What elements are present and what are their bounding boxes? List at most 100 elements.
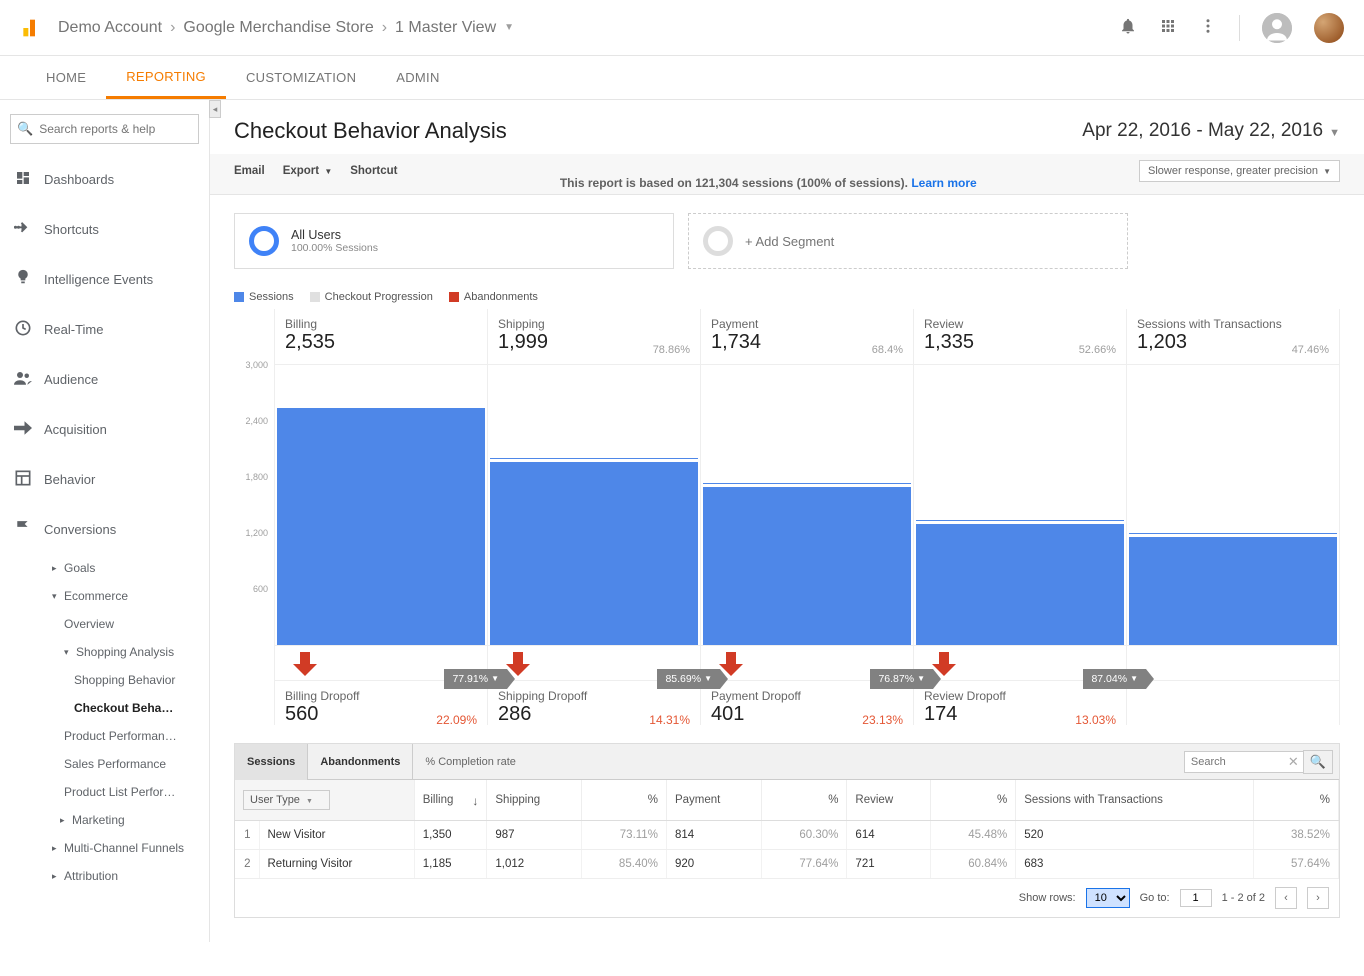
th-review[interactable]: Review	[847, 780, 930, 821]
clear-icon[interactable]: ✕	[1288, 754, 1299, 770]
flow-rate-tag[interactable]: 76.87%▼	[870, 669, 933, 689]
more-vert-icon[interactable]	[1199, 17, 1217, 38]
nav-dashboards[interactable]: Dashboards	[0, 154, 209, 204]
table-row[interactable]: 1New Visitor1,35098773.11%81460.30%61445…	[235, 821, 1339, 850]
funnel-col-label: Billing	[285, 317, 477, 331]
th-billing[interactable]: Billing↓	[414, 780, 487, 821]
date-range-picker[interactable]: Apr 22, 2016 - May 22, 2016▼	[1082, 120, 1340, 142]
funnel-chart: 3,0002,4001,8001,200600Billing2,53577.91…	[210, 309, 1364, 743]
nav-sales-performance[interactable]: Sales Performance	[0, 750, 209, 778]
goto-input[interactable]	[1180, 889, 1212, 907]
learn-more-link[interactable]: Learn more	[911, 176, 976, 190]
segment-circle-icon	[249, 226, 279, 256]
sort-desc-icon: ↓	[472, 794, 478, 808]
dropoff-pct: 23.13%	[862, 713, 903, 727]
export-action[interactable]: Export ▼	[283, 165, 333, 177]
breadcrumb-account[interactable]: Demo Account	[58, 19, 162, 37]
nav-shopping-analysis[interactable]: ▾Shopping Analysis	[0, 638, 209, 666]
main-tabs: HOME REPORTING CUSTOMIZATION ADMIN	[0, 56, 1364, 100]
funnel-col-label: Review	[924, 317, 1116, 331]
search-reports[interactable]: 🔍	[10, 114, 199, 144]
rows-per-page-select[interactable]: 10	[1086, 888, 1130, 908]
segment-all-users[interactable]: All Users100.00% Sessions	[234, 213, 674, 269]
table-row[interactable]: 2Returning Visitor1,1851,01285.40%92077.…	[235, 850, 1339, 879]
dropoff-pct: 13.03%	[1075, 713, 1116, 727]
chevron-down-icon: ▼	[491, 674, 499, 683]
nav-ecommerce[interactable]: ▾Ecommerce	[0, 582, 209, 610]
th-shipping[interactable]: Shipping	[487, 780, 581, 821]
dropoff-pct: 22.09%	[436, 713, 477, 727]
nav-intel[interactable]: Intelligence Events	[0, 254, 209, 304]
th-payment[interactable]: Payment	[666, 780, 761, 821]
dashboard-icon	[12, 170, 34, 189]
dropoff-pct: 14.31%	[649, 713, 690, 727]
nav-product-performance[interactable]: Product Performan…	[0, 722, 209, 750]
breadcrumb[interactable]: Demo Account› Google Merchandise Store› …	[58, 19, 522, 37]
arrow-icon	[12, 421, 34, 438]
nav-product-list[interactable]: Product List Perfor…	[0, 778, 209, 806]
tab-home[interactable]: HOME	[26, 56, 106, 99]
tab-customization[interactable]: CUSTOMIZATION	[226, 56, 376, 99]
nav-shortcuts[interactable]: Shortcuts	[0, 204, 209, 254]
chart-legend: Sessions Checkout Progression Abandonmen…	[210, 287, 1364, 309]
flow-rate-tag[interactable]: 77.91%▼	[444, 669, 507, 689]
table-tab-sessions[interactable]: Sessions	[235, 744, 308, 780]
flow-rate-tag[interactable]: 85.69%▼	[657, 669, 720, 689]
sidebar-collapse-icon[interactable]: ◂	[209, 100, 221, 118]
ga-logo-icon	[20, 18, 40, 38]
search-go-button[interactable]: 🔍	[1303, 750, 1333, 774]
nav-realtime[interactable]: Real-Time	[0, 304, 209, 354]
nav-overview[interactable]: Overview	[0, 610, 209, 638]
breadcrumb-view[interactable]: 1 Master View	[395, 19, 496, 37]
tab-reporting[interactable]: REPORTING	[106, 56, 226, 99]
search-input[interactable]	[39, 122, 194, 136]
funnel-bar[interactable]	[277, 408, 485, 645]
precision-selector[interactable]: Slower response, greater precision ▼	[1139, 160, 1340, 182]
nav-shopping-behavior[interactable]: Shopping Behavior	[0, 666, 209, 694]
th-swt[interactable]: Sessions with Transactions	[1016, 780, 1253, 821]
search-icon: 🔍	[17, 121, 33, 137]
table-tab-abandon[interactable]: Abandonments	[308, 744, 413, 780]
funnel-bar[interactable]	[703, 483, 911, 645]
nav-acquisition[interactable]: Acquisition	[0, 404, 209, 454]
th-pct[interactable]: %	[1253, 780, 1338, 821]
user-avatar[interactable]	[1314, 13, 1344, 43]
chevron-down-icon[interactable]: ▼	[504, 22, 514, 33]
shortcut-action[interactable]: Shortcut	[350, 165, 397, 177]
th-pct[interactable]: %	[581, 780, 666, 821]
nav-goals[interactable]: ▸Goals	[0, 554, 209, 582]
next-page-button[interactable]: ›	[1307, 887, 1329, 909]
funnel-bar[interactable]	[916, 520, 1124, 645]
shortcuts-icon	[12, 221, 34, 238]
nav-attribution[interactable]: ▸Attribution	[0, 862, 209, 890]
nav-audience[interactable]: Audience	[0, 354, 209, 404]
email-action[interactable]: Email	[234, 165, 265, 177]
nav-marketing[interactable]: ▸Marketing	[0, 806, 209, 834]
table-tab-completion[interactable]: % Completion rate	[413, 744, 528, 780]
account-icon[interactable]	[1262, 13, 1292, 43]
funnel-col-pct: 52.66%	[1079, 344, 1116, 356]
bell-icon[interactable]	[1119, 17, 1137, 38]
funnel-bar[interactable]	[490, 458, 698, 645]
table-search-input[interactable]	[1184, 751, 1304, 773]
th-pct[interactable]: %	[930, 780, 1015, 821]
funnel-col-pct: 47.46%	[1292, 344, 1329, 356]
apps-icon[interactable]	[1159, 17, 1177, 38]
funnel-bar[interactable]	[1129, 533, 1337, 645]
add-segment-button[interactable]: + Add Segment	[688, 213, 1128, 269]
dimension-selector[interactable]: User Type	[235, 780, 414, 821]
nav-multichannel[interactable]: ▸Multi-Channel Funnels	[0, 834, 209, 862]
th-pct[interactable]: %	[762, 780, 847, 821]
nav-checkout-behavior[interactable]: Checkout Beha…	[0, 694, 209, 722]
flow-rate-tag[interactable]: 87.04%▼	[1083, 669, 1146, 689]
breadcrumb-property[interactable]: Google Merchandise Store	[183, 19, 373, 37]
tab-admin[interactable]: ADMIN	[376, 56, 459, 99]
goto-label: Go to:	[1140, 892, 1170, 904]
dropoff-label: Billing Dropoff	[285, 689, 477, 703]
segment-circle-icon	[703, 226, 733, 256]
nav-conversions[interactable]: Conversions	[0, 504, 209, 554]
prev-page-button[interactable]: ‹	[1275, 887, 1297, 909]
page-title: Checkout Behavior Analysis	[234, 118, 507, 144]
nav-behavior[interactable]: Behavior	[0, 454, 209, 504]
people-icon	[12, 371, 34, 388]
